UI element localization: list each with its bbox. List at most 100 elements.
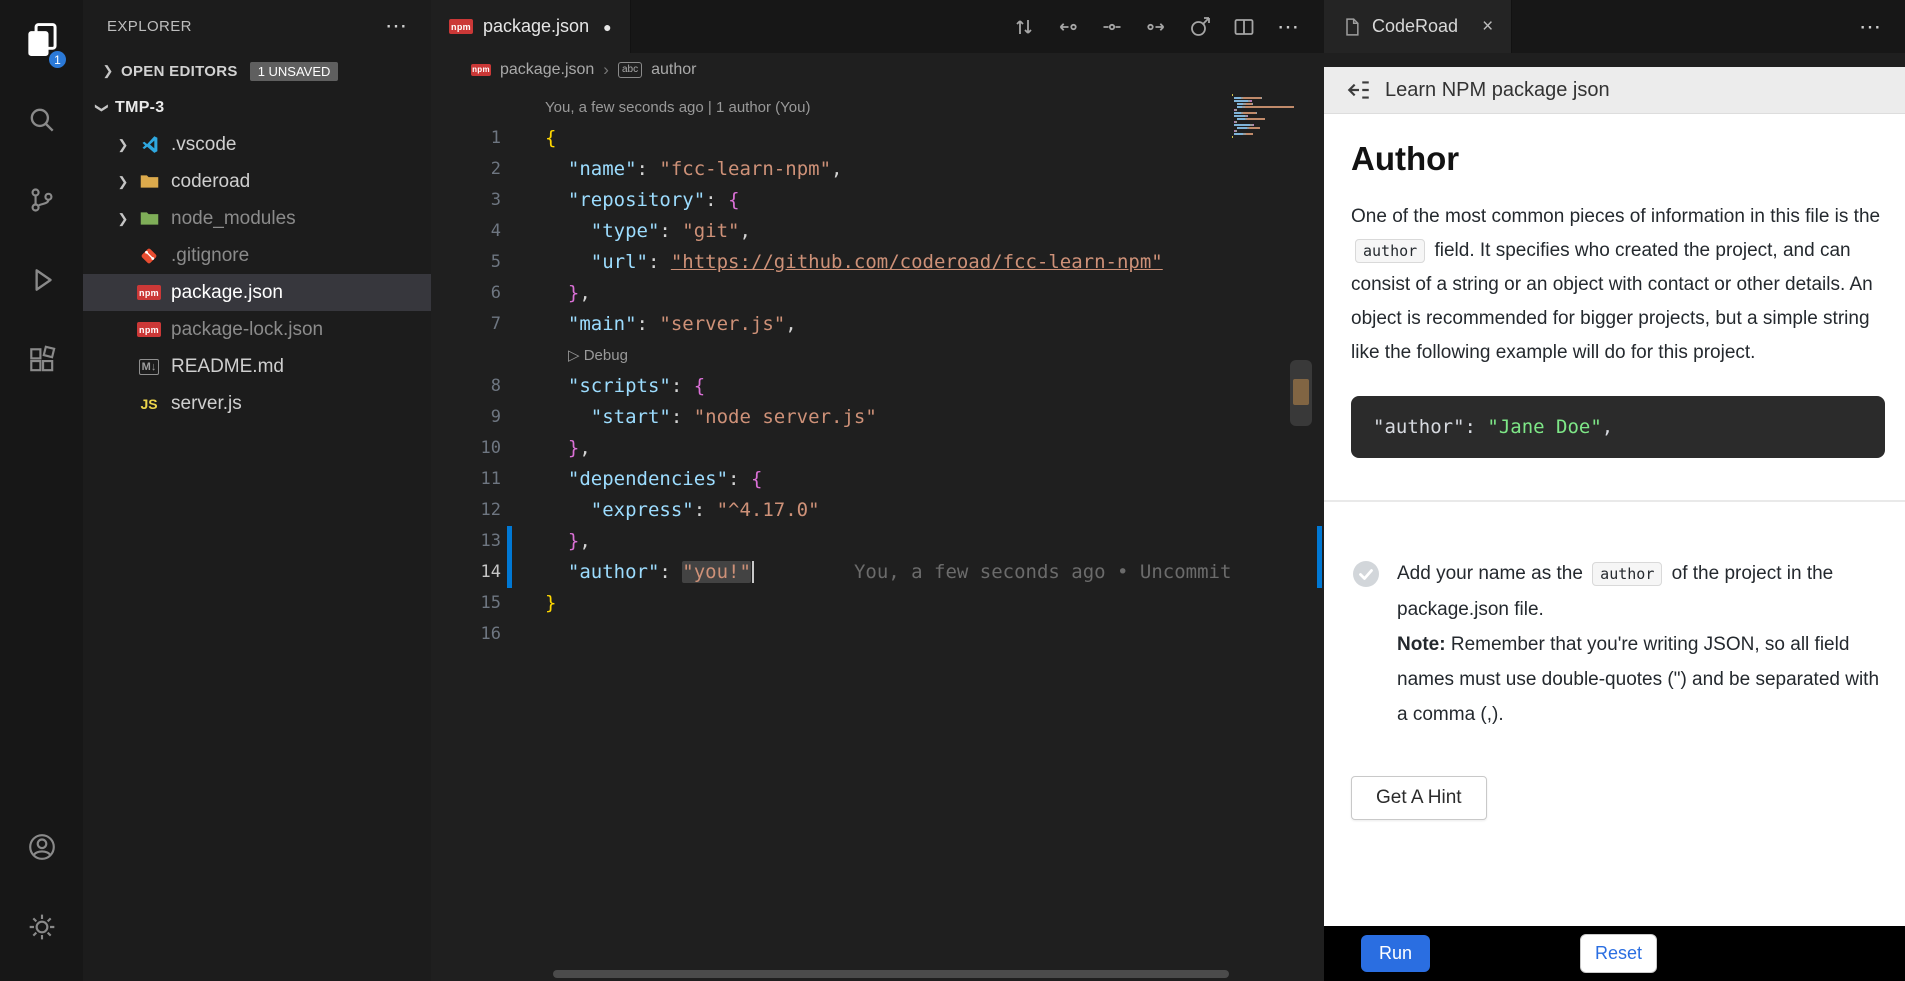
workspace-root-label: TMP-3 bbox=[115, 99, 165, 117]
npm-icon: npm bbox=[135, 322, 163, 337]
code-line-10[interactable]: 10 }, bbox=[431, 433, 1232, 464]
code-line-14[interactable]: 14 "author": "you!"You, a few seconds ag… bbox=[431, 557, 1232, 588]
open-changes-icon[interactable] bbox=[1184, 11, 1216, 43]
file-README.md[interactable]: M↓README.md bbox=[83, 348, 431, 385]
unsaved-badge: 1 UNSAVED bbox=[250, 62, 339, 81]
breadcrumb-symbol[interactable]: author bbox=[651, 61, 696, 79]
extensions-icon[interactable] bbox=[0, 328, 83, 392]
activity-bar: 1 bbox=[0, 0, 83, 981]
chevron-right-icon: ❯ bbox=[111, 137, 135, 153]
code-line-9[interactable]: 9 "start": "node server.js" bbox=[431, 402, 1232, 433]
line-number: 7 bbox=[431, 309, 501, 340]
code-line-7[interactable]: 7 "main": "server.js", bbox=[431, 309, 1232, 340]
file-package-lock.json[interactable]: npmpackage-lock.json bbox=[83, 311, 431, 348]
webview-gap bbox=[1324, 53, 1905, 67]
explorer-more-icon[interactable]: ⋯ bbox=[385, 13, 407, 39]
modified-dot-icon: ● bbox=[603, 19, 611, 35]
current-change-icon[interactable] bbox=[1096, 11, 1128, 43]
tab-package-json[interactable]: npm package.json ● bbox=[431, 0, 631, 53]
code-line-4[interactable]: 4 "type": "git", bbox=[431, 216, 1232, 247]
code-line-15[interactable]: 15} bbox=[431, 588, 1232, 619]
line-number: 8 bbox=[431, 371, 501, 402]
npm-icon: npm bbox=[135, 285, 163, 300]
split-editor-icon[interactable] bbox=[1228, 11, 1260, 43]
panel-tab-label: CodeRoad bbox=[1372, 16, 1458, 37]
modified-gutter-marker bbox=[501, 526, 519, 557]
coderoad-footer: Run Reset bbox=[1324, 926, 1905, 981]
chevron-right-icon: ❯ bbox=[99, 63, 117, 79]
task-item: Add your name as the author of the proje… bbox=[1351, 556, 1885, 732]
account-icon[interactable] bbox=[0, 815, 83, 879]
open-editors-header[interactable]: ❯ OPEN EDITORS 1 UNSAVED bbox=[83, 52, 431, 90]
file-label: server.js bbox=[171, 393, 242, 415]
code-line-1[interactable]: 1{ bbox=[431, 123, 1232, 154]
tab-label: package.json bbox=[483, 16, 589, 37]
previous-change-icon[interactable] bbox=[1052, 11, 1084, 43]
lesson-code: "author": "Jane Doe", bbox=[1351, 396, 1885, 458]
code-line-16[interactable]: 16 bbox=[431, 619, 1232, 650]
run-debug-icon[interactable] bbox=[0, 248, 83, 312]
vscode-icon bbox=[135, 134, 163, 155]
code-line-6[interactable]: 6 }, bbox=[431, 278, 1232, 309]
panel-more-icon[interactable]: ⋯ bbox=[1859, 14, 1905, 40]
lesson-body: One of the most common pieces of informa… bbox=[1351, 200, 1885, 370]
breadcrumb[interactable]: npm package.json › abc author bbox=[431, 53, 1324, 86]
inline-blame: You, a few seconds ago • Uncommitted cha… bbox=[754, 561, 1232, 583]
code-line-13[interactable]: 13 }, bbox=[431, 526, 1232, 557]
search-icon[interactable] bbox=[0, 88, 83, 152]
breadcrumb-file[interactable]: package.json bbox=[500, 61, 594, 79]
task-description: Add your name as the author of the proje… bbox=[1397, 556, 1885, 627]
file-icon bbox=[1342, 17, 1362, 37]
file-package.json[interactable]: npmpackage.json bbox=[83, 274, 431, 311]
md-icon: M↓ bbox=[135, 359, 163, 375]
inline-code-chip: author bbox=[1355, 239, 1425, 263]
minimap-content bbox=[1232, 94, 1310, 141]
code-line-2[interactable]: 2 "name": "fcc-learn-npm", bbox=[431, 154, 1232, 185]
editor-tab-bar: npm package.json ● ⋯ bbox=[431, 0, 1324, 53]
js-icon: JS bbox=[135, 396, 163, 412]
line-number: 9 bbox=[431, 402, 501, 433]
play-icon: ▷ bbox=[568, 347, 584, 364]
code-line-11[interactable]: 11 "dependencies": { bbox=[431, 464, 1232, 495]
git-icon bbox=[135, 246, 163, 266]
explorer-icon[interactable]: 1 bbox=[0, 8, 83, 72]
chevron-right-icon: ❯ bbox=[111, 211, 135, 227]
line-number: 6 bbox=[431, 278, 501, 309]
code-line-8[interactable]: 8 "scripts": { bbox=[431, 371, 1232, 402]
open-editors-label: OPEN EDITORS bbox=[121, 63, 238, 80]
source-control-icon[interactable] bbox=[0, 168, 83, 232]
minimap[interactable] bbox=[1232, 94, 1310, 142]
close-icon[interactable]: × bbox=[1482, 16, 1493, 38]
code-line-12[interactable]: 12 "express": "^4.17.0" bbox=[431, 495, 1232, 526]
code-line-5[interactable]: 5 "url": "https://github.com/coderoad/fc… bbox=[431, 247, 1232, 278]
run-button[interactable]: Run bbox=[1361, 935, 1430, 972]
task-text: Add your name as the author of the proje… bbox=[1397, 556, 1885, 732]
editor-group: npm package.json ● ⋯ npm package.json › … bbox=[431, 0, 1324, 981]
lesson-header: Learn NPM package json bbox=[1324, 67, 1905, 114]
task-note: Note: Remember that you're writing JSON,… bbox=[1397, 627, 1885, 732]
file-.gitignore[interactable]: .gitignore bbox=[83, 237, 431, 274]
explorer-header: EXPLORER ⋯ bbox=[83, 0, 431, 52]
settings-gear-icon[interactable] bbox=[0, 895, 83, 959]
file-server.js[interactable]: JS server.js bbox=[83, 385, 431, 422]
file-tree: ❯.vscode❯coderoad❯node_modules.gitignore… bbox=[83, 126, 431, 422]
file-coderoad[interactable]: ❯coderoad bbox=[83, 163, 431, 200]
workspace-root-header[interactable]: ❯ TMP-3 bbox=[83, 90, 431, 126]
tab-coderoad[interactable]: CodeRoad × bbox=[1324, 0, 1512, 53]
codelens-debug[interactable]: ▷ Debug bbox=[431, 340, 1232, 371]
code-editor[interactable]: You, a few seconds ago | 1 author (You)1… bbox=[431, 86, 1324, 981]
compare-changes-icon[interactable] bbox=[1008, 11, 1040, 43]
lesson-heading: Author bbox=[1351, 140, 1885, 178]
horizontal-scrollbar[interactable] bbox=[553, 970, 1229, 978]
file-.vscode[interactable]: ❯.vscode bbox=[83, 126, 431, 163]
file-node_modules[interactable]: ❯node_modules bbox=[83, 200, 431, 237]
line-number: 1 bbox=[431, 123, 501, 154]
code-line-3[interactable]: 3 "repository": { bbox=[431, 185, 1232, 216]
line-number: 13 bbox=[431, 526, 501, 557]
next-change-icon[interactable] bbox=[1140, 11, 1172, 43]
back-to-menu-icon[interactable] bbox=[1346, 77, 1372, 103]
more-actions-icon[interactable]: ⋯ bbox=[1272, 11, 1304, 43]
codelens-authors[interactable]: You, a few seconds ago | 1 author (You) bbox=[431, 92, 1232, 123]
get-hint-button[interactable]: Get A Hint bbox=[1351, 776, 1487, 820]
reset-button[interactable]: Reset bbox=[1580, 934, 1657, 973]
